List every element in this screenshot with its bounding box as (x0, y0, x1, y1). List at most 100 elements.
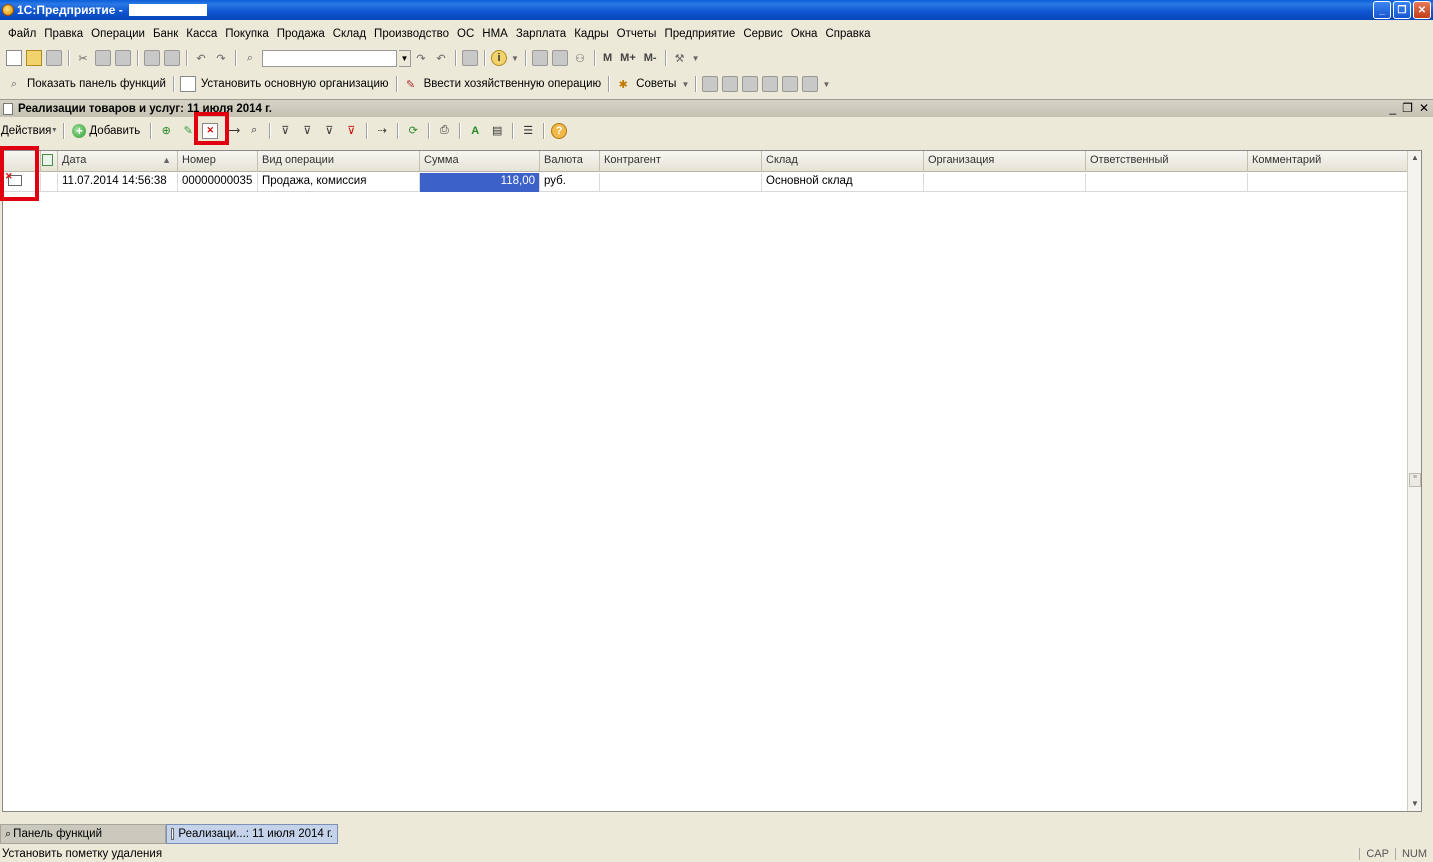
copy-icon[interactable] (95, 50, 111, 66)
enter-operation-button[interactable]: ✎ Ввести хозяйственную операцию (401, 76, 605, 92)
cell-responsible[interactable] (1086, 173, 1248, 192)
new-document-icon[interactable] (6, 50, 22, 66)
menu-cash[interactable]: Касса (182, 28, 221, 40)
filter-by-value-icon[interactable]: ⊽ (299, 123, 315, 139)
reports-icon[interactable] (782, 76, 799, 92)
input-on-basis-icon[interactable]: ⇢ (374, 123, 390, 139)
menu-sales[interactable]: Продажа (273, 28, 329, 40)
tools-icon[interactable]: ⚒ (672, 50, 688, 66)
menu-operations[interactable]: Операции (87, 28, 149, 40)
header-date[interactable]: Дата ▲ (58, 151, 178, 172)
cell-currency[interactable]: руб. (540, 173, 600, 192)
menu-intangible[interactable]: НМА (478, 28, 512, 40)
cell-operation[interactable]: Продажа, комиссия (258, 173, 420, 192)
list-settings-icon[interactable]: ☰ (520, 123, 536, 139)
task-sales-document[interactable]: Реализаци...: 11 июля 2014 г. (166, 824, 338, 844)
cell-date[interactable]: 11.07.2014 14:56:38 (58, 173, 178, 192)
postings-icon[interactable]: A (467, 123, 483, 139)
tools-dropdown-icon[interactable]: ▼ (692, 50, 700, 66)
minimize-button[interactable]: _ (1373, 1, 1391, 19)
menu-salary[interactable]: Зарплата (512, 28, 570, 40)
tips-button[interactable]: ✱ Советы ▼ (613, 76, 691, 92)
print-icon[interactable]: ⎙ (436, 123, 452, 139)
print-preview-icon[interactable] (164, 50, 180, 66)
chart-of-accounts-icon[interactable] (702, 76, 719, 92)
menu-bank[interactable]: Банк (149, 28, 182, 40)
show-panel-button[interactable]: ⌕ Показать панель функций (4, 76, 169, 92)
scroll-down-icon[interactable]: ▼ (1408, 797, 1421, 811)
find-prev-icon[interactable]: ↶ (433, 50, 449, 66)
cell-warehouse[interactable]: Основной склад (762, 173, 924, 192)
menu-production[interactable]: Производство (370, 28, 453, 40)
header-counterparty[interactable]: Контрагент (600, 151, 762, 172)
documents-list[interactable]: Дата ▲ Номер Вид операции Сумма Валюта К… (2, 150, 1422, 812)
actions-menu[interactable]: Действия (0, 125, 54, 137)
cell-counterparty[interactable] (600, 173, 762, 192)
cell-sum[interactable]: 118,00 (420, 173, 540, 192)
cell-number[interactable]: 00000000035 (178, 173, 258, 192)
add-button[interactable]: + Добавить (72, 123, 140, 138)
restore-button[interactable]: ❐ (1393, 1, 1411, 19)
filter-history-icon[interactable]: ⊽ (321, 123, 337, 139)
doc-restore-button[interactable]: ❐ (1402, 101, 1413, 115)
table-row[interactable]: ✕ 11.07.2014 14:56:38 00000000035 Продаж… (3, 173, 1408, 192)
find-next-icon[interactable]: ↷ (413, 50, 429, 66)
header-sum[interactable]: Сумма (420, 151, 540, 172)
menu-enterprise[interactable]: Предприятие (660, 28, 739, 40)
header-number[interactable]: Номер (178, 151, 258, 172)
header-warehouse[interactable]: Склад (762, 151, 924, 172)
cell-comment[interactable] (1248, 173, 1408, 192)
clear-filter-icon[interactable]: ⊽ (343, 123, 359, 139)
menu-purchase[interactable]: Покупка (221, 28, 272, 40)
search-input[interactable] (262, 49, 397, 67)
close-button[interactable]: ✕ (1413, 1, 1431, 19)
scroll-thumb[interactable]: ≡ (1409, 473, 1421, 487)
menu-help[interactable]: Справка (821, 28, 874, 40)
save-icon[interactable] (46, 50, 62, 66)
more-dropdown-icon[interactable]: ▼ (822, 76, 830, 92)
info-dropdown-icon[interactable]: ▼ (511, 50, 519, 66)
actions-dropdown-icon[interactable]: ▼ (51, 123, 58, 139)
print-icon[interactable] (144, 50, 160, 66)
set-organization-button[interactable]: Установить основную организацию (178, 76, 392, 92)
windows-list-icon[interactable] (462, 50, 478, 66)
header-organization[interactable]: Организация (924, 151, 1086, 172)
menu-service[interactable]: Сервис (739, 28, 786, 40)
menu-edit[interactable]: Правка (40, 28, 87, 40)
menu-hr[interactable]: Кадры (570, 28, 612, 40)
journal-icon[interactable] (722, 76, 739, 92)
users-icon[interactable]: ⚇ (572, 50, 588, 66)
menu-windows[interactable]: Окна (787, 28, 822, 40)
info-icon[interactable]: i (491, 50, 507, 66)
memory-button[interactable]: M (603, 52, 612, 64)
search-icon[interactable]: ⌕ (242, 50, 258, 66)
calendar-icon[interactable] (552, 50, 568, 66)
cell-organization[interactable] (924, 173, 1086, 192)
cut-icon[interactable]: ✂ (75, 50, 91, 66)
redo-icon[interactable]: ↷ (213, 50, 229, 66)
header-comment[interactable]: Комментарий (1248, 151, 1408, 172)
open-folder-icon[interactable] (26, 50, 42, 66)
find-icon[interactable]: ⌕ (246, 123, 262, 139)
header-operation[interactable]: Вид операции (258, 151, 420, 172)
vertical-scrollbar[interactable]: ▲ ≡ ▼ (1407, 151, 1421, 811)
memory-plus-button[interactable]: M+ (620, 52, 636, 64)
memory-minus-button[interactable]: M- (644, 52, 657, 64)
menu-reports[interactable]: Отчеты (613, 28, 661, 40)
doc-close-button[interactable]: ✕ (1419, 101, 1429, 115)
calculator-icon[interactable] (532, 50, 548, 66)
menu-file[interactable]: Файл (4, 28, 40, 40)
scroll-up-icon[interactable]: ▲ (1408, 151, 1421, 165)
task-functions-panel[interactable]: ⌕ Панель функций (0, 824, 166, 844)
menu-warehouse[interactable]: Склад (329, 28, 370, 40)
paste-icon[interactable] (115, 50, 131, 66)
filter-icon[interactable]: ⊽ (277, 123, 293, 139)
employees-icon[interactable] (742, 76, 759, 92)
header-responsible[interactable]: Ответственный (1086, 151, 1248, 172)
help-icon[interactable]: ? (551, 122, 568, 139)
contracts-icon[interactable] (762, 76, 779, 92)
refresh-icon[interactable]: ⟳ (405, 123, 421, 139)
search-dropdown-icon[interactable]: ▼ (399, 49, 411, 67)
undo-icon[interactable]: ↶ (193, 50, 209, 66)
structure-icon[interactable]: ▤ (489, 123, 505, 139)
